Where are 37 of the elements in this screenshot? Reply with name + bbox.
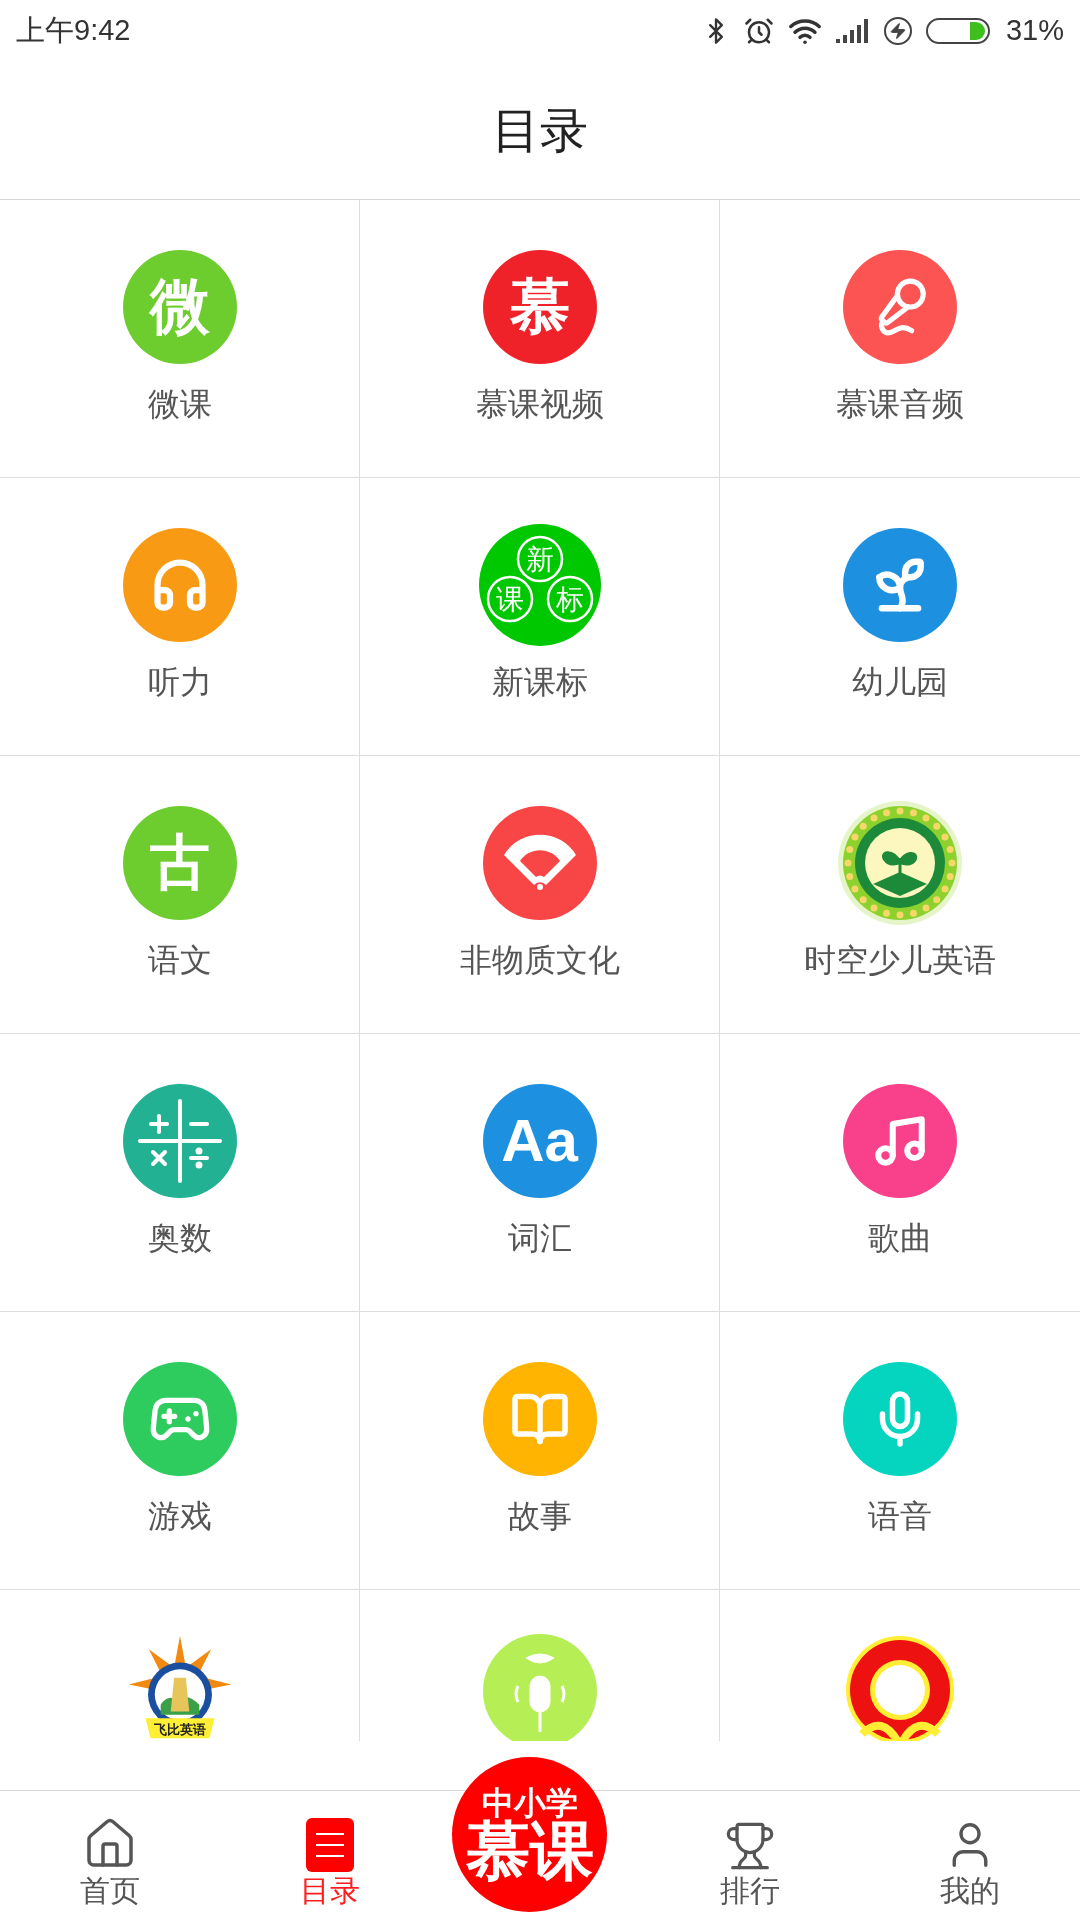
nav-tab[interactable]: 首页 [0,1791,220,1920]
character-bubble: 标 [546,575,593,623]
category-label[interactable]: 微课 [147,388,212,420]
battery-percent: 31% [1005,13,1064,49]
category-label[interactable]: 慕课视频 [475,388,604,420]
center-logo-button[interactable]: 中小学 慕课 [452,1757,607,1912]
signal-icon [835,19,870,43]
glyph-icon: 古 [122,806,237,920]
category-label[interactable]: 词汇 [507,1222,572,1254]
category-label[interactable]: 语文 [147,944,212,976]
trophy-icon [724,1820,776,1872]
character-bubble: 新 [516,535,563,583]
status-time: 上午9:42 [16,13,131,49]
glyph-icon: Aa [482,1084,597,1198]
nav-tab[interactable]: 排行 [640,1791,860,1920]
battery-icon [925,17,992,45]
character-bubble: 课 [486,575,533,623]
glyph-icon: 微 [122,250,237,364]
category-label[interactable]: 奥数 [147,1222,212,1254]
category-label[interactable]: 歌曲 [868,1222,932,1254]
glyph-icon: 慕 [482,250,597,364]
alarm-icon [743,16,774,46]
category-label[interactable]: 故事 [507,1500,572,1532]
category-label[interactable]: 幼儿园 [852,666,948,698]
category-label[interactable]: 听力 [147,666,212,698]
list-icon [306,1818,354,1872]
category-label[interactable]: 新课标 [491,666,588,698]
charging-icon [883,17,912,45]
category-label[interactable]: 非物质文化 [459,944,620,976]
page-title: 目录 [492,106,588,155]
category-label[interactable]: 慕课音频 [836,388,964,420]
category-label[interactable]: 时空少儿英语 [804,944,996,976]
nav-tab[interactable]: 目录 [220,1791,440,1920]
category-label[interactable]: 语音 [868,1500,932,1532]
nav-tab[interactable]: 我的 [860,1791,1080,1920]
name-banner: 飞比英语 [145,1718,214,1739]
category-label[interactable]: 游戏 [147,1500,212,1532]
